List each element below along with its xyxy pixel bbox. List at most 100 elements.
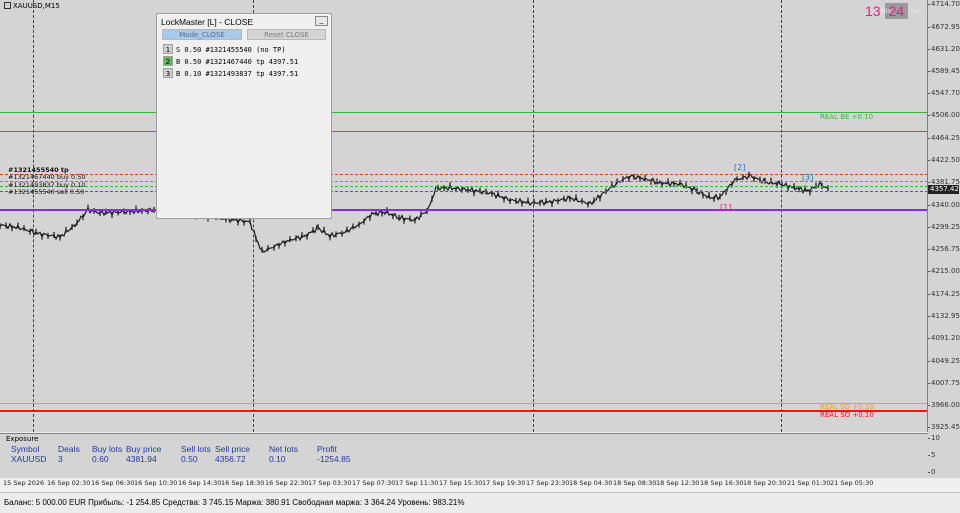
price-tick: 4256.75: [928, 245, 960, 253]
candle-wick: [369, 214, 371, 221]
price-tick: 4589.45: [928, 67, 960, 75]
price-tick: 4215.00: [928, 267, 960, 275]
time-tick: 18 Sep 20:30: [743, 479, 787, 487]
candle-wick: [503, 196, 505, 203]
red-level-line[interactable]: [0, 131, 927, 132]
candle-wick: [273, 244, 275, 251]
price-scale[interactable]: 4714.70 4672.95 4631.20 4589.45 4547.70 …: [927, 0, 960, 478]
real-be-line[interactable]: [0, 112, 927, 113]
candle-wick: [702, 192, 704, 199]
candle-wick: [539, 199, 541, 206]
symbol-label: XAUUSD,M15: [4, 2, 60, 10]
time-tick: 21 Sep 05:30: [830, 479, 874, 487]
candle-wick: [237, 219, 239, 226]
price-tick: 4714.70: [928, 0, 960, 8]
timer-seconds-box: Min 24 Sec: [881, 3, 921, 19]
candle-wick: [352, 223, 354, 230]
exposure-header: Net lots: [269, 444, 298, 454]
row-text: B 0.50 #1321467440 tp 4397.51: [176, 58, 299, 66]
exposure-value: 0.60: [92, 454, 109, 464]
candle-wick: [312, 227, 314, 234]
exposure-value: 0.50: [181, 454, 198, 464]
mode-close-button[interactable]: Mode_CLOSE: [162, 29, 242, 40]
exposure-title: Exposure: [6, 435, 39, 443]
candle-timer: 13 Min 24 Sec: [865, 3, 921, 19]
time-tick: 17 Sep 15:30: [439, 479, 483, 487]
day-separator: [781, 0, 782, 432]
reset-close-button[interactable]: Reset CLOSE: [247, 29, 326, 40]
real-so-label: REAL SO +0.10: [820, 411, 874, 419]
minimize-button[interactable]: _: [315, 16, 328, 26]
real-be-label: REAL BE +0.10: [820, 113, 874, 121]
candle-wick: [403, 217, 405, 224]
candle-wick: [47, 232, 49, 239]
exposure-value: 3: [58, 454, 63, 464]
time-axis[interactable]: 15 Sep 2026 16 Sep 02:30 16 Sep 06:30 16…: [0, 478, 960, 491]
row-number-button[interactable]: 1: [163, 44, 173, 54]
position-marker-1: [1]: [720, 203, 732, 212]
order-tag: #1321467440 buy 0.50: [8, 173, 86, 181]
time-tick: 18 Sep 08:30: [613, 479, 657, 487]
current-price-label: 4357.42: [928, 185, 959, 194]
candle-wick: [82, 214, 84, 221]
chart-area[interactable]: REAL BE +0.10 REAL SO +0.10 REAL SO +0.1…: [0, 0, 928, 432]
exposure-header: Sell price: [215, 444, 250, 454]
candle-wick: [23, 225, 25, 232]
candle-wick: [527, 197, 529, 204]
candle-wick: [593, 197, 595, 204]
price-tick: 4132.95: [928, 312, 960, 320]
candle-wick: [76, 219, 78, 226]
exposure-header: Profit: [317, 444, 337, 454]
real-so-line[interactable]: [0, 410, 927, 412]
position-marker-3: [3]: [802, 173, 814, 182]
exposure-value: -1254.85: [317, 454, 351, 464]
price-tick: 4340.00: [928, 201, 960, 209]
candle-wick: [255, 236, 257, 242]
candle-wick: [515, 197, 517, 204]
candle-wick: [341, 230, 343, 237]
candle-wick: [644, 174, 646, 181]
candle-wick: [11, 225, 13, 232]
price-tick: 4464.25: [928, 134, 960, 142]
buy-order-line-2[interactable]: [0, 191, 927, 192]
exposure-header: Deals: [58, 444, 80, 454]
exposure-scale-tick: 5: [927, 451, 936, 459]
time-tick: 16 Sep 18:30: [221, 479, 265, 487]
row-number-button[interactable]: 2: [163, 56, 173, 66]
lockmaster-panel[interactable]: LockMaster [L] - CLOSE _ Mode_CLOSE Rese…: [156, 13, 332, 219]
candle-wick: [409, 215, 411, 222]
candle-wick: [557, 198, 559, 205]
exposure-value: 4356.72: [215, 454, 246, 464]
price-chart: [0, 171, 829, 254]
row-number-button[interactable]: 3: [163, 68, 173, 78]
sell-order-line[interactable]: [0, 174, 927, 175]
price-tick: 4422.50: [928, 156, 960, 164]
row-text: S 0.50 #1321455540 (no TP): [176, 46, 286, 54]
candle-wick: [323, 226, 325, 233]
price-tick: 4091.20: [928, 334, 960, 342]
candle-wick: [551, 201, 553, 207]
day-separator: [533, 0, 534, 432]
time-tick: 18 Sep 16:30: [700, 479, 744, 487]
panel-title: LockMaster [L] - CLOSE: [161, 17, 254, 27]
price-tick: 3966.00: [928, 401, 960, 409]
time-tick: 17 Sep 03:30: [308, 479, 352, 487]
purple-level-line[interactable]: [0, 209, 927, 211]
candle-wick: [363, 218, 365, 225]
tp-line[interactable]: [0, 181, 927, 182]
price-tick: 4299.25: [928, 223, 960, 231]
price-tick: 4506.00: [928, 111, 960, 119]
candle-wick: [0, 223, 1, 230]
candle-wick: [289, 236, 291, 243]
candle-wick: [708, 191, 710, 198]
price-tick: 4174.25: [928, 290, 960, 298]
candle-wick: [317, 224, 319, 231]
buy-order-line[interactable]: [0, 186, 927, 187]
candle-wick: [249, 218, 251, 225]
orange-level-line[interactable]: [0, 403, 927, 404]
exposure-value: XAUUSD: [11, 454, 47, 464]
candle-wick: [563, 195, 565, 202]
exposure-scale-tick: 0: [927, 468, 936, 476]
candle-wick: [414, 217, 416, 224]
candle-wick: [111, 212, 113, 219]
